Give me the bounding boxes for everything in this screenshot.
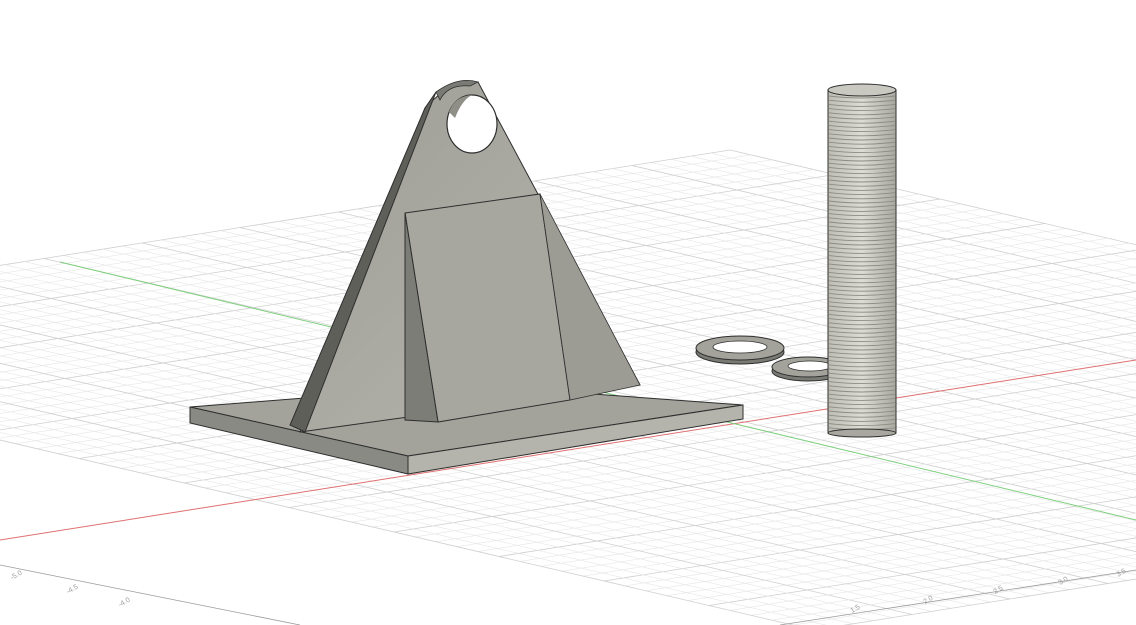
viewport-canvas[interactable]: -5.0 -4.5 -4.0 1.5 2.0 2.5 3.0 3.5: [0, 0, 1136, 625]
washer-hole: [712, 340, 768, 354]
washer-part[interactable]: [695, 335, 785, 365]
ruler-label: -5.0: [10, 570, 24, 582]
rod-bottom: [827, 428, 897, 438]
rod-top-face: [827, 83, 897, 97]
ruler-label: 2.5: [993, 585, 1005, 596]
washer-hole: [787, 360, 833, 372]
ruler-label: 3.5: [1116, 568, 1128, 579]
3d-viewport[interactable]: -5.0 -4.5 -4.0 1.5 2.0 2.5 3.0 3.5: [0, 0, 1136, 625]
left-ruler: -5.0 -4.5 -4.0: [0, 564, 301, 625]
threaded-rod-part[interactable]: [827, 83, 897, 438]
ruler-label: -4.5: [66, 584, 80, 596]
ruler-label: -4.0: [118, 597, 132, 609]
bracket-part[interactable]: [189, 79, 744, 475]
ruler-label: 3.0: [1058, 576, 1070, 587]
